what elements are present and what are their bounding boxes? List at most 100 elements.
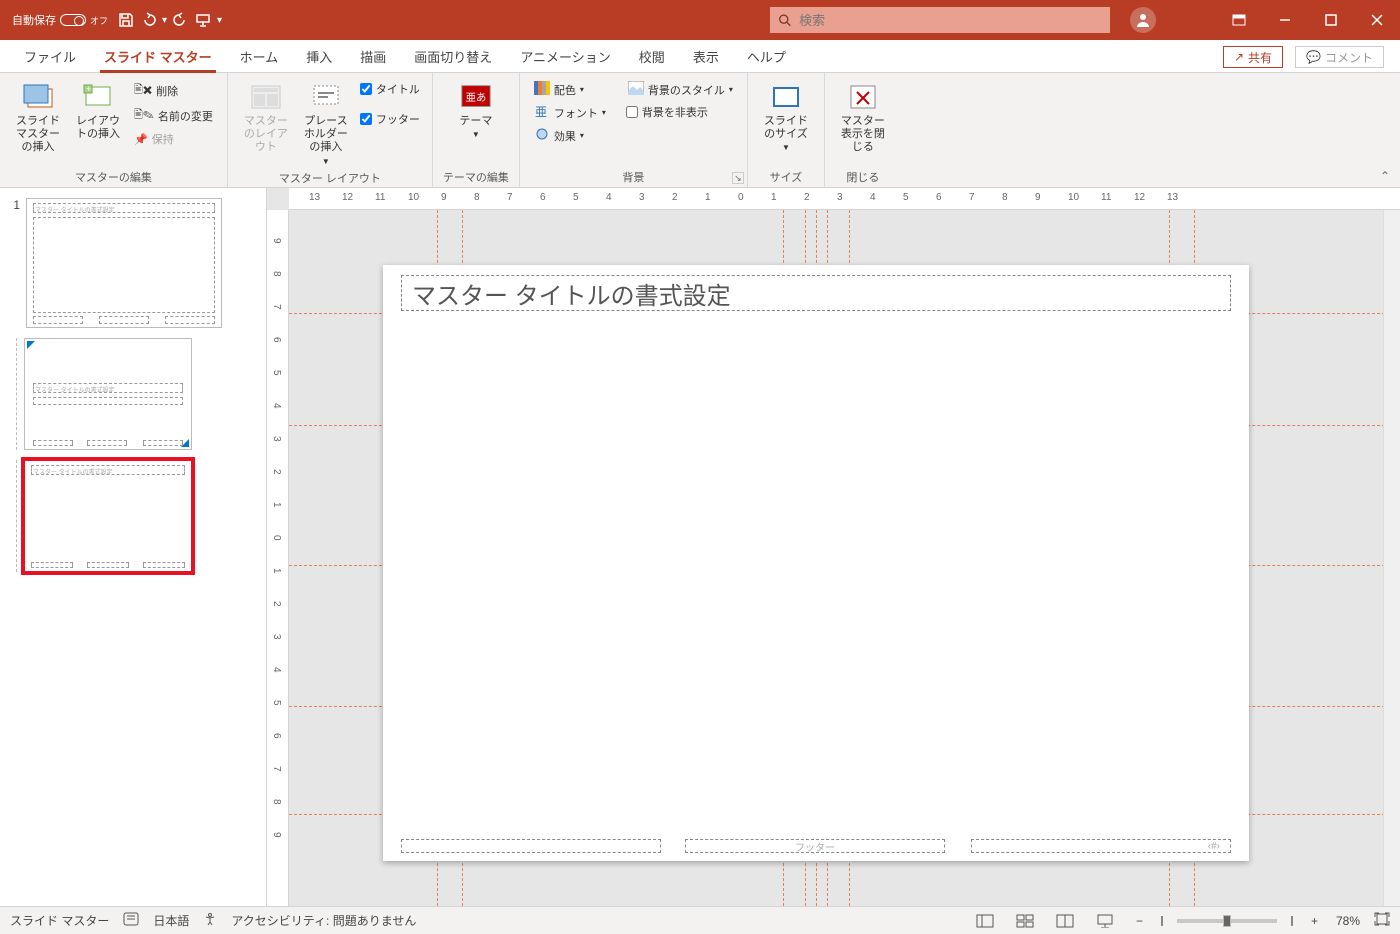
chevron-down-icon: ▾: [729, 85, 733, 94]
zoom-in-button[interactable]: +: [1307, 914, 1322, 928]
insert-slide-master-button[interactable]: スライド マスターの挿入: [10, 79, 66, 157]
hide-bg-checkbox[interactable]: 背景を非表示: [624, 102, 737, 122]
rename-button[interactable]: 🖹✎名前の変更: [130, 104, 217, 127]
tab-animations[interactable]: アニメーション: [506, 41, 624, 72]
slideshow-button[interactable]: [1092, 911, 1118, 931]
date-placeholder[interactable]: [401, 839, 661, 853]
undo-dropdown-icon[interactable]: ▾: [162, 15, 167, 26]
group-master-edit-label: マスターの編集: [75, 167, 152, 187]
vertical-ruler[interactable]: 9876543210123456789: [267, 210, 289, 906]
title-placeholder[interactable]: マスター タイトルの書式設定: [401, 275, 1231, 311]
comment-button[interactable]: 💬コメント: [1295, 46, 1384, 68]
preserve-button[interactable]: 📌保持: [130, 129, 217, 149]
tab-help[interactable]: ヘルプ: [733, 41, 800, 72]
colors-button[interactable]: 配色 ▾: [530, 79, 610, 100]
group-master-layout-label: マスター レイアウト: [279, 168, 381, 188]
footer-placeholder[interactable]: フッター: [685, 839, 945, 853]
title-bar: 自動保存 オフ ▾ ▾: [0, 0, 1400, 40]
slide-size-button[interactable]: スライドのサイズ ▼: [758, 79, 814, 155]
group-master-layout: マスターのレイアウト プレースホルダーの挿入 ▼ タイトル フッター マスター …: [228, 73, 433, 187]
thumb-title-ph: マスター タイトルの書式設定: [33, 203, 215, 213]
close-master-button[interactable]: マスター表示を閉じる: [835, 79, 891, 157]
status-bar: スライド マスター 日本語 アクセシビリティ: 問題ありません − + 78%: [0, 906, 1400, 934]
slide[interactable]: マスター タイトルの書式設定 フッター ‹#›: [383, 265, 1249, 861]
ribbon-tabs: ファイル スライド マスター ホーム 挿入 描画 画面切り替え アニメーション …: [0, 40, 1400, 73]
layout-thumbnail-2-selected[interactable]: マスター タイトルの書式設定: [24, 460, 192, 572]
close-button[interactable]: [1354, 0, 1400, 40]
status-accessibility[interactable]: アクセシビリティ: 問題ありません: [231, 912, 416, 929]
group-theme-edit: 亜あ テーマ ▼ テーマの編集: [433, 73, 520, 187]
search-input[interactable]: [799, 13, 1102, 28]
master-number: 1: [6, 198, 20, 212]
group-close: マスター表示を閉じる 閉じる: [825, 73, 901, 187]
chevron-down-icon: ▼: [322, 157, 330, 167]
reading-view-button[interactable]: [1052, 911, 1078, 931]
normal-view-button[interactable]: [972, 911, 998, 931]
thumbnail-panel[interactable]: 1 マスター タイトルの書式設定 マスター タイトルの書式設定 マスター タイト: [0, 188, 267, 906]
maximize-button[interactable]: [1308, 0, 1354, 40]
autosave-toggle[interactable]: 自動保存 オフ: [8, 10, 112, 30]
master-thumbnail[interactable]: マスター タイトルの書式設定: [26, 198, 222, 328]
effects-icon: [534, 127, 550, 144]
minimize-button[interactable]: [1262, 0, 1308, 40]
save-icon[interactable]: [118, 12, 134, 28]
insert-placeholder-icon: [310, 81, 342, 113]
status-mode[interactable]: スライド マスター: [10, 912, 109, 929]
bg-styles-button[interactable]: 背景のスタイル ▾: [624, 79, 737, 100]
tab-view[interactable]: 表示: [679, 41, 733, 72]
delete-button[interactable]: 🖹✖削除: [130, 79, 217, 102]
effects-button[interactable]: 効果 ▾: [530, 125, 610, 146]
group-background: 配色 ▾ 亜フォント ▾ 効果 ▾ 背景のスタイル ▾ 背景を非表示 背景 ↘: [520, 73, 748, 187]
qat-overflow-icon[interactable]: ▾: [217, 15, 222, 26]
pagenum-placeholder[interactable]: ‹#›: [971, 839, 1231, 853]
workspace: 1 マスター タイトルの書式設定 マスター タイトルの書式設定 マスター タイト: [0, 188, 1400, 906]
status-language[interactable]: 日本語: [153, 912, 189, 929]
vertical-scrollbar[interactable]: [1383, 210, 1400, 906]
horizontal-ruler[interactable]: 13121110987654321012345678910111213: [289, 188, 1400, 210]
footer-checkbox[interactable]: フッター: [358, 109, 422, 129]
comment-icon: 💬: [1306, 50, 1321, 64]
title-checkbox[interactable]: タイトル: [358, 79, 422, 99]
fit-to-window-button[interactable]: [1374, 912, 1390, 929]
insert-layout-button[interactable]: + レイアウトの挿入: [70, 79, 126, 143]
layout-thumbnail-1[interactable]: マスター タイトルの書式設定: [24, 338, 192, 450]
canvas[interactable]: マスター タイトルの書式設定 フッター ‹#›: [289, 210, 1400, 906]
group-close-label: 閉じる: [846, 167, 879, 187]
group-theme-edit-label: テーマの編集: [443, 167, 509, 187]
insert-layout-icon: +: [82, 81, 114, 113]
autosave-label: 自動保存: [12, 12, 56, 28]
chevron-down-icon: ▾: [602, 108, 606, 117]
search-box[interactable]: [770, 7, 1110, 33]
background-dialog-launcher[interactable]: ↘: [732, 172, 744, 184]
slide-size-icon: [770, 81, 802, 113]
share-button[interactable]: ↗共有: [1223, 46, 1283, 68]
tab-slide-master[interactable]: スライド マスター: [90, 41, 226, 72]
fonts-button[interactable]: 亜フォント ▾: [530, 102, 610, 123]
tab-draw[interactable]: 描画: [346, 41, 400, 72]
insert-placeholder-button[interactable]: プレースホルダーの挿入 ▼: [298, 79, 354, 168]
sorter-view-button[interactable]: [1012, 911, 1038, 931]
redo-icon[interactable]: [173, 12, 189, 28]
tab-review[interactable]: 校閲: [625, 41, 679, 72]
group-size: スライドのサイズ ▼ サイズ: [748, 73, 825, 187]
present-icon[interactable]: [195, 12, 211, 28]
zoom-out-button[interactable]: −: [1132, 914, 1147, 928]
tab-file[interactable]: ファイル: [10, 41, 90, 72]
account-avatar[interactable]: [1130, 7, 1156, 33]
tab-home[interactable]: ホーム: [226, 41, 293, 72]
zoom-level[interactable]: 78%: [1336, 914, 1360, 928]
share-icon: ↗: [1234, 50, 1244, 64]
zoom-slider[interactable]: [1177, 919, 1277, 923]
search-icon: [778, 13, 791, 27]
ribbon-collapse-icon[interactable]: ⌃: [1380, 169, 1390, 183]
rename-icon: 🖹✎: [134, 106, 154, 125]
ime-icon[interactable]: [123, 912, 139, 929]
tab-insert[interactable]: 挿入: [292, 41, 346, 72]
undo-icon[interactable]: [140, 12, 156, 28]
tab-transitions[interactable]: 画面切り替え: [400, 41, 506, 72]
autosave-switch-icon: [60, 14, 86, 26]
preserve-icon: 📌: [134, 133, 148, 146]
colors-icon: [534, 81, 550, 98]
ribbon-display-button[interactable]: [1216, 0, 1262, 40]
themes-button[interactable]: 亜あ テーマ ▼: [448, 79, 504, 142]
